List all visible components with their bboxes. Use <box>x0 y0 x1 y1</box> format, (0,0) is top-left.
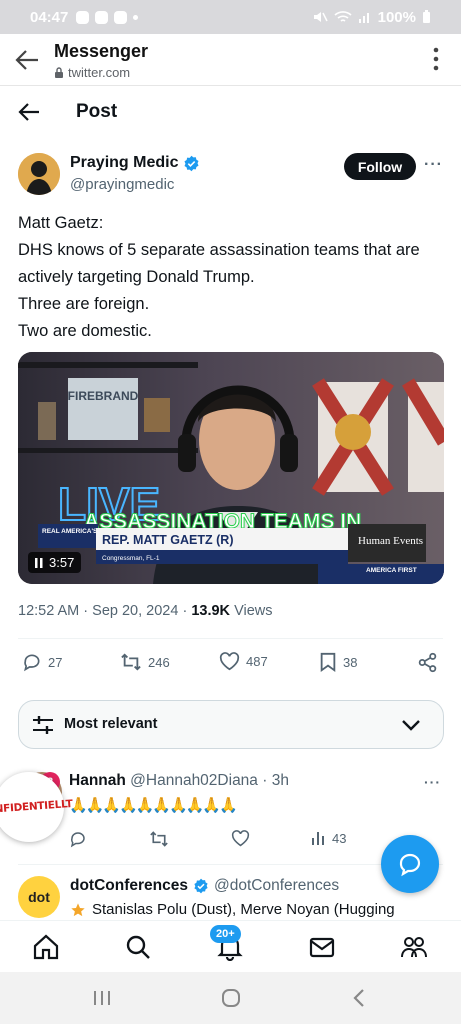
recent-apps-icon[interactable] <box>90 988 114 1008</box>
video-player[interactable]: FIREBRAND LIVE ASSASSINATION TEAMS IN RE… <box>18 352 444 584</box>
post-author: Praying Medic @prayingmedic Follow ··· <box>18 150 443 198</box>
facebook-icon <box>76 10 90 24</box>
bookmark-icon <box>320 652 336 672</box>
sort-label: Most relevant <box>64 716 158 732</box>
repost-icon <box>121 653 141 671</box>
reply-author[interactable]: Hannah @Hannah02Diana · 3h <box>69 772 289 790</box>
signal-icon <box>358 13 369 23</box>
verified-badge-icon <box>184 155 199 171</box>
reply-icon <box>24 654 40 672</box>
reply-author-handle: @dotConferences <box>214 877 340 894</box>
author-name[interactable]: Praying Medic <box>70 154 200 172</box>
back-arrow-icon[interactable] <box>14 48 40 72</box>
author-handle[interactable]: @prayingmedic <box>70 176 174 193</box>
tweet-line: Two are domestic. <box>18 322 152 340</box>
avatar[interactable]: dot <box>18 876 60 918</box>
lock-icon <box>55 67 63 78</box>
post-header: Post <box>0 86 461 138</box>
share-button[interactable] <box>417 652 438 673</box>
more-options-icon[interactable] <box>433 46 439 72</box>
star-icon <box>71 902 85 916</box>
post-date[interactable]: Sep 20, 2024 <box>92 603 178 619</box>
compose-reply-button[interactable] <box>381 835 439 893</box>
notifications-badge: 20+ <box>210 925 241 943</box>
dot-icon <box>133 14 139 20</box>
bottom-tab-bar: 20+ <box>0 920 461 972</box>
reply-text: 🙏🙏🙏🙏🙏🙏🙏🙏🙏🙏 <box>69 797 238 814</box>
status-time: 04:47 <box>30 8 69 26</box>
system-navigation-bar <box>0 972 461 1024</box>
sort-sliders-icon <box>33 716 53 734</box>
communities-icon[interactable] <box>400 933 428 961</box>
ticker-text: AMERICA FIRST <box>366 567 417 574</box>
avatar[interactable] <box>18 153 60 195</box>
divider <box>18 864 443 865</box>
tweet-text: Matt Gaetz: DHS knows of 5 separate assa… <box>18 210 443 345</box>
reply-sort-dropdown[interactable]: Most relevant <box>18 700 444 749</box>
in-app-browser-bar: Messenger twitter.com <box>0 34 461 86</box>
status-right: 100% <box>312 9 431 26</box>
battery-level: 100% <box>377 8 416 26</box>
like-button[interactable]: 487 <box>219 652 268 671</box>
reply-time: 3h <box>271 772 289 789</box>
video-duration: 3:57 <box>28 552 82 573</box>
reply-author-name: dotConferences <box>70 877 188 894</box>
reply-separator: · <box>262 772 268 789</box>
home-button-icon[interactable] <box>219 988 243 1008</box>
repost-button[interactable]: 246 <box>120 652 170 672</box>
reply-text: Stanislas Polu (Dust), Merve Noyan (Hugg… <box>70 901 395 918</box>
reply-button[interactable]: 27 <box>22 652 62 672</box>
view-count: 13.9K <box>191 603 231 619</box>
tweet-line: Three are foreign. <box>18 295 150 313</box>
post-more-icon[interactable]: ··· <box>424 156 442 174</box>
divider <box>18 638 443 639</box>
back-arrow-icon[interactable] <box>18 102 40 122</box>
home-icon[interactable] <box>32 933 60 961</box>
status-bar: 04:47 100% <box>0 0 461 34</box>
post-actions: 27 246 487 38 <box>18 652 443 680</box>
image-icon <box>95 10 109 24</box>
tweet-line: Matt Gaetz: <box>18 214 104 232</box>
lower-third-name: REP. MATT GAETZ (R) <box>102 533 233 547</box>
battery-icon <box>423 10 430 23</box>
lower-third-subtitle: Congressman, FL-1 <box>102 555 160 562</box>
back-icon[interactable] <box>348 988 372 1008</box>
avatar-silhouette <box>18 153 60 195</box>
verified-badge-icon <box>194 878 208 894</box>
facebook-icon <box>114 10 128 24</box>
views-chart-icon <box>312 832 324 845</box>
browser-title: Messenger <box>54 41 149 61</box>
wifi-icon <box>334 11 352 22</box>
bookmark-button[interactable]: 38 <box>319 652 357 672</box>
browser-url: twitter.com <box>54 65 130 80</box>
pause-icon <box>35 557 43 568</box>
brand-logo: Human Events <box>358 535 423 547</box>
reply-more-icon[interactable]: ··· <box>424 774 441 790</box>
status-notification-icons <box>76 10 139 24</box>
tweet-line: DHS knows of 5 separate assassination te… <box>18 241 420 286</box>
post-time[interactable]: 12:52 AM <box>18 603 79 619</box>
chat-bubble-icon <box>399 853 421 877</box>
post-meta: 12:52 AM · Sep 20, 2024 · 13.9K Views <box>18 603 273 619</box>
share-icon <box>418 652 437 673</box>
video-thumbnail: FIREBRAND LIVE ASSASSINATION TEAMS IN RE… <box>18 352 444 584</box>
heart-icon[interactable] <box>231 830 250 847</box>
reply-views[interactable]: 43 <box>311 830 346 846</box>
reply-author-name: Hannah <box>69 772 126 789</box>
chevron-down-icon <box>402 720 420 731</box>
mute-icon <box>313 12 328 22</box>
page-title: Post <box>76 101 118 122</box>
search-icon[interactable] <box>124 933 152 961</box>
reply-icon[interactable] <box>69 830 87 848</box>
reply-author[interactable]: dotConferences @dotConferences <box>70 877 339 895</box>
url-text: twitter.com <box>68 65 131 80</box>
reply-author-handle: @Hannah02Diana <box>130 772 258 789</box>
firebrand-sign: FIREBRAND <box>68 389 139 403</box>
follow-button[interactable]: Follow <box>344 153 416 180</box>
views-label: Views <box>234 603 273 619</box>
repost-icon[interactable] <box>149 830 169 848</box>
heart-icon <box>219 652 240 671</box>
mail-icon[interactable] <box>308 933 336 961</box>
